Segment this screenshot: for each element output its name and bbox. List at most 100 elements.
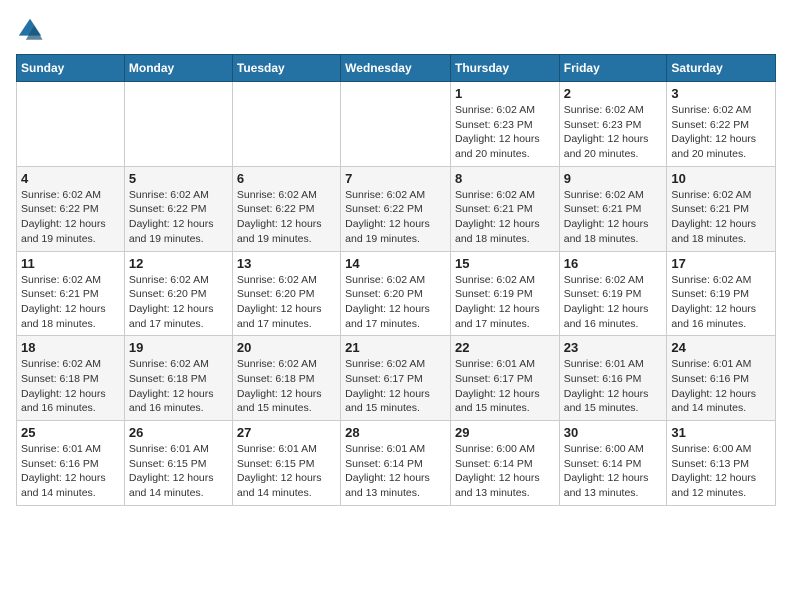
day-info: Sunrise: 6:02 AM Sunset: 6:21 PM Dayligh… [21, 273, 120, 332]
calendar-day-header: Saturday [667, 55, 776, 82]
day-info: Sunrise: 6:02 AM Sunset: 6:21 PM Dayligh… [564, 188, 663, 247]
day-number: 13 [237, 256, 336, 271]
calendar-week-row: 18 Sunrise: 6:02 AM Sunset: 6:18 PM Dayli… [17, 336, 776, 421]
day-number: 15 [455, 256, 555, 271]
calendar-week-row: 25 Sunrise: 6:01 AM Sunset: 6:16 PM Dayli… [17, 421, 776, 506]
day-info: Sunrise: 6:02 AM Sunset: 6:19 PM Dayligh… [564, 273, 663, 332]
calendar-cell: 1 Sunrise: 6:02 AM Sunset: 6:23 PM Daylig… [450, 82, 559, 167]
calendar-cell: 25 Sunrise: 6:01 AM Sunset: 6:16 PM Dayli… [17, 421, 125, 506]
calendar-cell [232, 82, 340, 167]
day-number: 24 [671, 340, 771, 355]
day-number: 31 [671, 425, 771, 440]
day-number: 1 [455, 86, 555, 101]
calendar-cell: 6 Sunrise: 6:02 AM Sunset: 6:22 PM Daylig… [232, 166, 340, 251]
day-info: Sunrise: 6:01 AM Sunset: 6:14 PM Dayligh… [345, 442, 446, 501]
day-number: 4 [21, 171, 120, 186]
day-number: 16 [564, 256, 663, 271]
day-info: Sunrise: 6:01 AM Sunset: 6:16 PM Dayligh… [21, 442, 120, 501]
calendar-cell: 27 Sunrise: 6:01 AM Sunset: 6:15 PM Dayli… [232, 421, 340, 506]
page-header [16, 16, 776, 44]
day-info: Sunrise: 6:00 AM Sunset: 6:13 PM Dayligh… [671, 442, 771, 501]
day-info: Sunrise: 6:02 AM Sunset: 6:22 PM Dayligh… [237, 188, 336, 247]
calendar-cell: 17Sunrise: 6:02 AM Sunset: 6:19 PM Dayli… [667, 251, 776, 336]
day-info: Sunrise: 6:00 AM Sunset: 6:14 PM Dayligh… [564, 442, 663, 501]
calendar-cell: 20 Sunrise: 6:02 AM Sunset: 6:18 PM Dayli… [232, 336, 340, 421]
day-info: Sunrise: 6:01 AM Sunset: 6:16 PM Dayligh… [564, 357, 663, 416]
calendar-cell: 21Sunrise: 6:02 AM Sunset: 6:17 PM Dayli… [341, 336, 451, 421]
day-number: 8 [455, 171, 555, 186]
day-number: 3 [671, 86, 771, 101]
calendar-day-header: Monday [124, 55, 232, 82]
calendar-cell: 14 Sunrise: 6:02 AM Sunset: 6:20 PM Dayli… [341, 251, 451, 336]
day-info: Sunrise: 6:02 AM Sunset: 6:18 PM Dayligh… [237, 357, 336, 416]
calendar-table: SundayMondayTuesdayWednesdayThursdayFrid… [16, 54, 776, 506]
day-number: 26 [129, 425, 228, 440]
day-info: Sunrise: 6:02 AM Sunset: 6:20 PM Dayligh… [129, 273, 228, 332]
day-info: Sunrise: 6:02 AM Sunset: 6:19 PM Dayligh… [671, 273, 771, 332]
calendar-cell: 28 Sunrise: 6:01 AM Sunset: 6:14 PM Dayli… [341, 421, 451, 506]
day-info: Sunrise: 6:02 AM Sunset: 6:20 PM Dayligh… [237, 273, 336, 332]
calendar-cell: 4 Sunrise: 6:02 AM Sunset: 6:22 PM Daylig… [17, 166, 125, 251]
day-number: 9 [564, 171, 663, 186]
calendar-cell: 24Sunrise: 6:01 AM Sunset: 6:16 PM Dayli… [667, 336, 776, 421]
day-info: Sunrise: 6:02 AM Sunset: 6:22 PM Dayligh… [345, 188, 446, 247]
day-number: 5 [129, 171, 228, 186]
day-info: Sunrise: 6:02 AM Sunset: 6:18 PM Dayligh… [129, 357, 228, 416]
day-info: Sunrise: 6:02 AM Sunset: 6:22 PM Dayligh… [21, 188, 120, 247]
day-number: 7 [345, 171, 446, 186]
day-number: 25 [21, 425, 120, 440]
day-number: 11 [21, 256, 120, 271]
calendar-day-header: Sunday [17, 55, 125, 82]
calendar-header-row: SundayMondayTuesdayWednesdayThursdayFrid… [17, 55, 776, 82]
calendar-cell: 8Sunrise: 6:02 AM Sunset: 6:21 PM Daylig… [450, 166, 559, 251]
calendar-cell: 29 Sunrise: 6:00 AM Sunset: 6:14 PM Dayli… [450, 421, 559, 506]
day-number: 6 [237, 171, 336, 186]
calendar-cell: 16 Sunrise: 6:02 AM Sunset: 6:19 PM Dayli… [559, 251, 667, 336]
calendar-cell: 23 Sunrise: 6:01 AM Sunset: 6:16 PM Dayli… [559, 336, 667, 421]
calendar-cell [341, 82, 451, 167]
calendar-cell: 12 Sunrise: 6:02 AM Sunset: 6:20 PM Dayli… [124, 251, 232, 336]
day-info: Sunrise: 6:02 AM Sunset: 6:20 PM Dayligh… [345, 273, 446, 332]
calendar-day-header: Friday [559, 55, 667, 82]
calendar-cell [17, 82, 125, 167]
day-info: Sunrise: 6:02 AM Sunset: 6:21 PM Dayligh… [671, 188, 771, 247]
calendar-cell [124, 82, 232, 167]
day-info: Sunrise: 6:01 AM Sunset: 6:17 PM Dayligh… [455, 357, 555, 416]
calendar-day-header: Tuesday [232, 55, 340, 82]
day-info: Sunrise: 6:02 AM Sunset: 6:23 PM Dayligh… [564, 103, 663, 162]
calendar-cell: 31 Sunrise: 6:00 AM Sunset: 6:13 PM Dayli… [667, 421, 776, 506]
day-number: 23 [564, 340, 663, 355]
day-info: Sunrise: 6:00 AM Sunset: 6:14 PM Dayligh… [455, 442, 555, 501]
day-number: 14 [345, 256, 446, 271]
day-number: 27 [237, 425, 336, 440]
calendar-cell: 7 Sunrise: 6:02 AM Sunset: 6:22 PM Daylig… [341, 166, 451, 251]
day-number: 18 [21, 340, 120, 355]
day-number: 19 [129, 340, 228, 355]
calendar-day-header: Wednesday [341, 55, 451, 82]
day-number: 29 [455, 425, 555, 440]
day-number: 22 [455, 340, 555, 355]
day-number: 2 [564, 86, 663, 101]
calendar-cell: 18 Sunrise: 6:02 AM Sunset: 6:18 PM Dayli… [17, 336, 125, 421]
calendar-cell: 13 Sunrise: 6:02 AM Sunset: 6:20 PM Dayli… [232, 251, 340, 336]
day-info: Sunrise: 6:02 AM Sunset: 6:18 PM Dayligh… [21, 357, 120, 416]
day-info: Sunrise: 6:01 AM Sunset: 6:15 PM Dayligh… [237, 442, 336, 501]
day-info: Sunrise: 6:02 AM Sunset: 6:19 PM Dayligh… [455, 273, 555, 332]
day-info: Sunrise: 6:02 AM Sunset: 6:23 PM Dayligh… [455, 103, 555, 162]
day-info: Sunrise: 6:02 AM Sunset: 6:22 PM Dayligh… [671, 103, 771, 162]
calendar-cell: 19 Sunrise: 6:02 AM Sunset: 6:18 PM Dayli… [124, 336, 232, 421]
day-number: 10 [671, 171, 771, 186]
calendar-week-row: 1 Sunrise: 6:02 AM Sunset: 6:23 PM Daylig… [17, 82, 776, 167]
day-info: Sunrise: 6:01 AM Sunset: 6:15 PM Dayligh… [129, 442, 228, 501]
day-number: 12 [129, 256, 228, 271]
day-number: 30 [564, 425, 663, 440]
day-number: 28 [345, 425, 446, 440]
logo [16, 16, 48, 44]
day-number: 20 [237, 340, 336, 355]
calendar-cell: 3 Sunrise: 6:02 AM Sunset: 6:22 PM Daylig… [667, 82, 776, 167]
day-number: 21 [345, 340, 446, 355]
calendar-cell: 26 Sunrise: 6:01 AM Sunset: 6:15 PM Dayli… [124, 421, 232, 506]
day-info: Sunrise: 6:02 AM Sunset: 6:22 PM Dayligh… [129, 188, 228, 247]
calendar-day-header: Thursday [450, 55, 559, 82]
calendar-cell: 5 Sunrise: 6:02 AM Sunset: 6:22 PM Daylig… [124, 166, 232, 251]
